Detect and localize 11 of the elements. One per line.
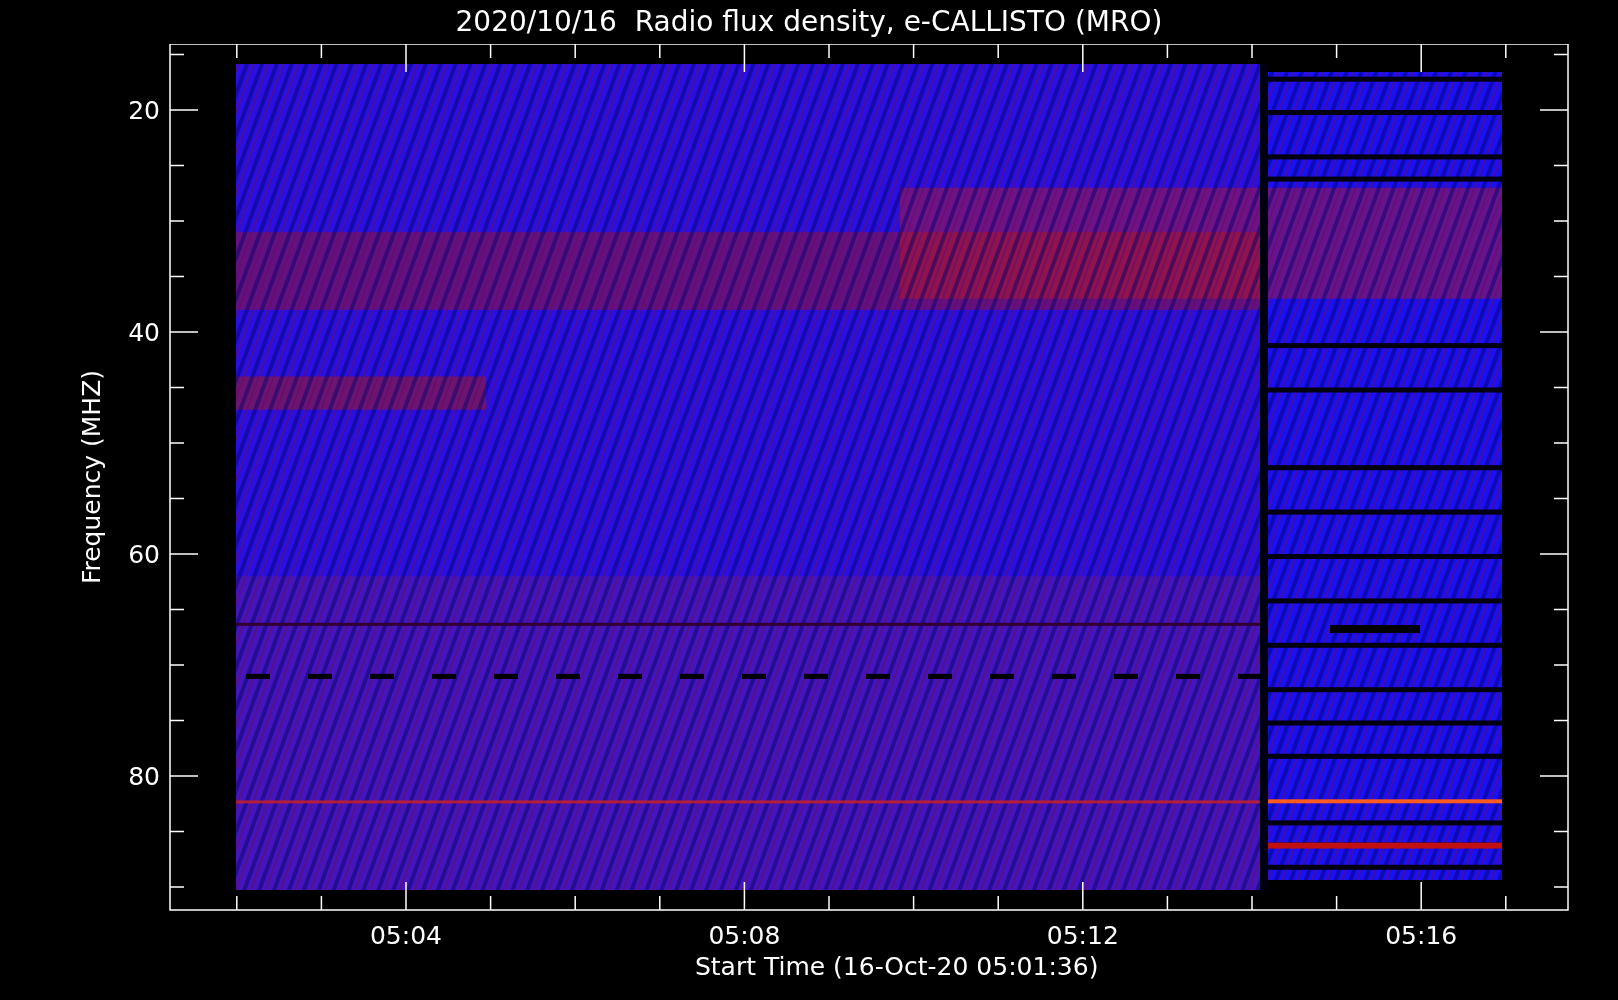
chart-title: 2020/10/16 Radio flux density, e-CALLISTO (MRO) bbox=[455, 4, 1163, 40]
y-tick-label: 60 bbox=[128, 540, 160, 569]
y-tick-label: 40 bbox=[128, 318, 160, 347]
y-tick-label: 80 bbox=[128, 762, 160, 791]
x-tick-label: 05:04 bbox=[370, 921, 442, 950]
y-axis-label: Frequency (MHZ) bbox=[77, 369, 106, 585]
x-tick-label: 05:16 bbox=[1385, 921, 1458, 950]
x-tick-label: 05:12 bbox=[1046, 921, 1119, 950]
x-axis-label: Start Time (16-Oct-20 05:01:36) bbox=[694, 952, 1099, 981]
x-tick-label: 05:08 bbox=[708, 921, 781, 950]
y-tick-label: 20 bbox=[128, 96, 160, 125]
